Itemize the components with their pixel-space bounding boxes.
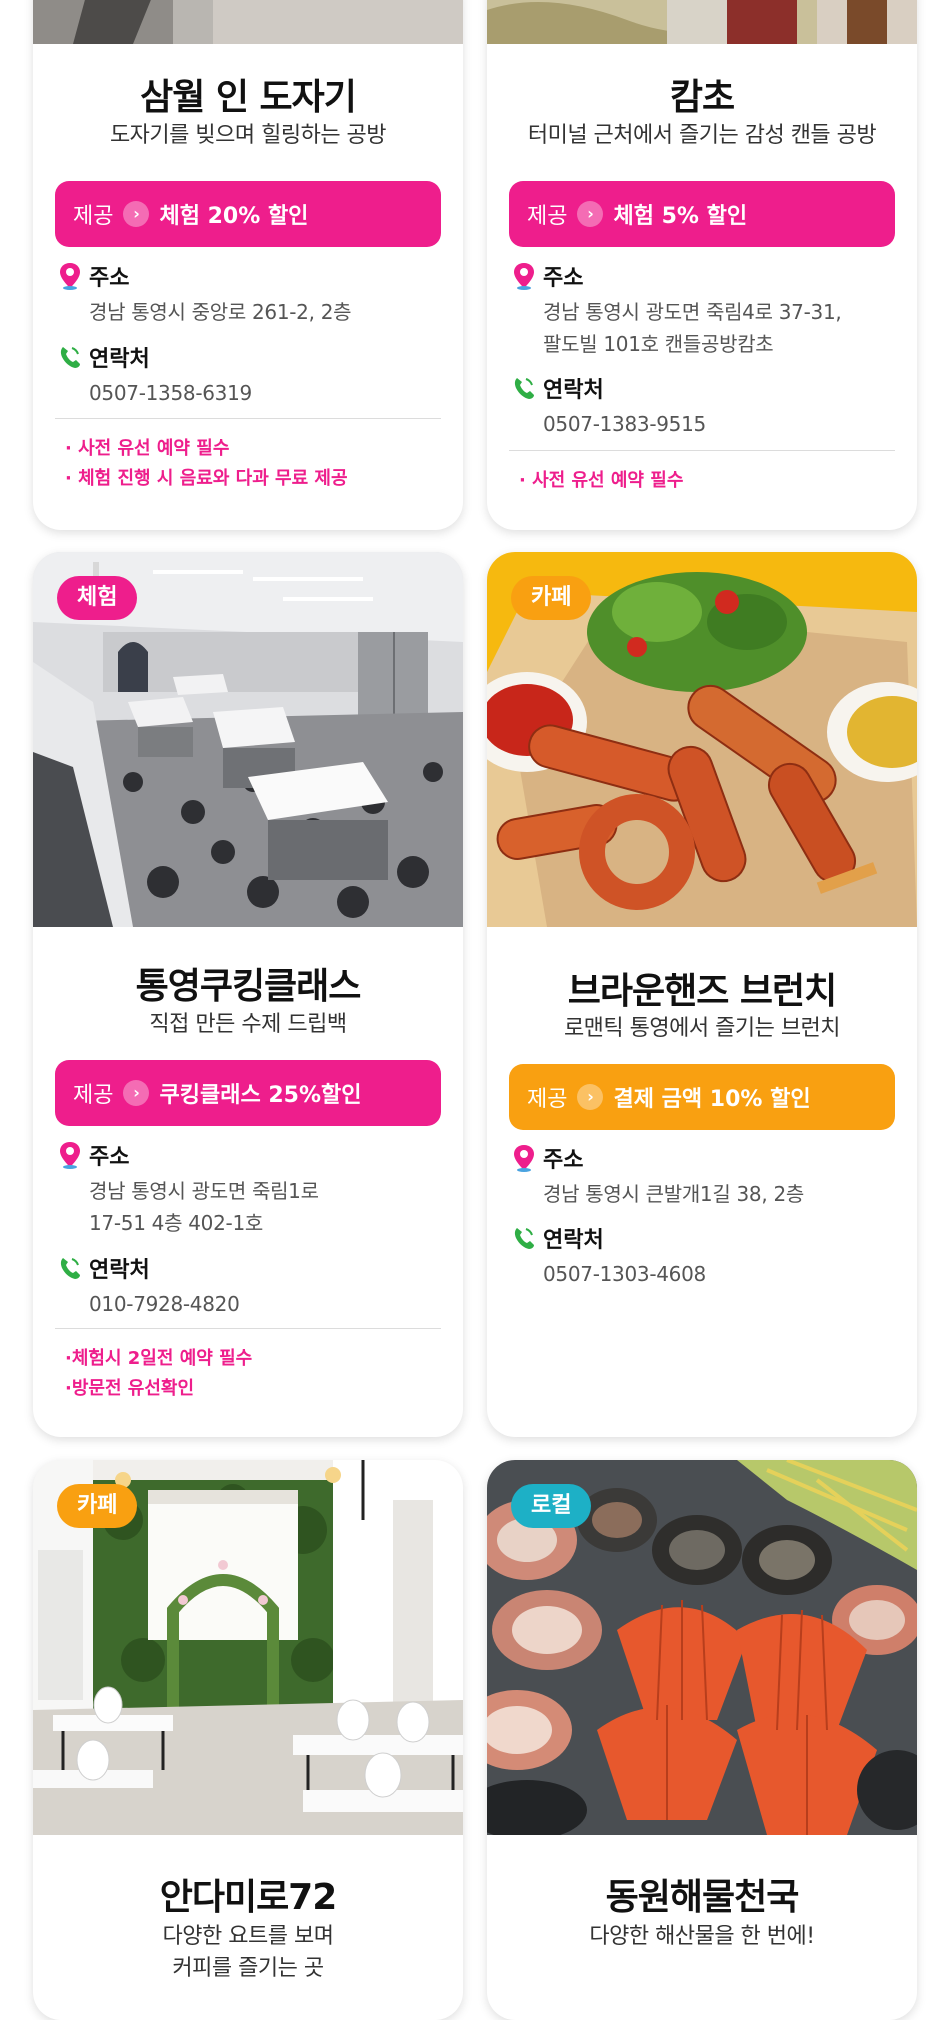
- address-heading: 주소: [57, 260, 129, 292]
- map-pin-icon: [514, 1145, 534, 1172]
- offer-banner: 제공 › 체험 20% 할인: [55, 181, 441, 247]
- contact-label: 연락처: [543, 1228, 604, 1253]
- phone-icon: [60, 347, 80, 368]
- category-badge: 로컬: [511, 1484, 592, 1528]
- offer-text: 체험 5% 할인: [613, 204, 748, 229]
- chevron-right-icon: ›: [123, 201, 150, 227]
- contact-heading: 연락처: [57, 1252, 150, 1284]
- phone-icon: [514, 1228, 534, 1249]
- place-card-brownhands[interactable]: 카페 브라운핸즈 브런치 로맨틱 통영에서 즐기는 브런치 제공 › 결제 금액…: [487, 552, 917, 1437]
- offer-label: 제공: [73, 204, 114, 229]
- offer-label: 제공: [73, 1083, 114, 1108]
- place-title: 캄초: [669, 77, 735, 118]
- offer-text: 결제 금액 10% 할인: [613, 1087, 811, 1112]
- divider: [55, 418, 441, 419]
- contact-heading: 연락처: [57, 341, 150, 373]
- offer-text: 쿠킹클래스 25%할인: [159, 1083, 362, 1108]
- place-photo: [33, 0, 463, 44]
- category-badge: 카페: [57, 1484, 138, 1528]
- place-photo: 로컬: [487, 1460, 917, 1835]
- contact-label: 연락처: [89, 1258, 150, 1283]
- notice-text: · 사전 유선 예약 필수: [519, 470, 684, 491]
- address-label: 주소: [543, 1148, 584, 1173]
- place-title: 안다미로72: [159, 1877, 338, 1918]
- address-heading: 주소: [511, 260, 583, 292]
- notice-text: · 사전 유선 예약 필수: [65, 438, 230, 459]
- contact-heading: 연락처: [511, 1222, 604, 1254]
- address-value: 경남 통영시 중앙로 261-2, 2층: [89, 300, 352, 324]
- map-pin-icon: [60, 1142, 80, 1169]
- address-label: 주소: [89, 1145, 130, 1170]
- contact-heading: 연락처: [511, 372, 604, 404]
- place-photo: 카페: [487, 552, 917, 927]
- place-title: 브라운핸즈 브런치: [567, 971, 838, 1012]
- place-title: 삼월 인 도자기: [140, 77, 357, 118]
- place-card-andamiro72[interactable]: 카페 안다미로72 다양한 요트를 보며 커피를 즐기는 곳: [33, 1460, 463, 2020]
- chevron-right-icon: ›: [123, 1080, 150, 1106]
- notice-text: · 체험 진행 시 음료와 다과 무료 제공: [65, 468, 348, 489]
- offer-banner: 제공 › 쿠킹클래스 25%할인: [55, 1060, 441, 1126]
- contact-value[interactable]: 0507-1303-4608: [543, 1258, 903, 1290]
- place-card-samwol[interactable]: 삼월 인 도자기 도자기를 빚으며 힐링하는 공방 제공 › 체험 20% 할인…: [33, 0, 463, 530]
- address-value-line1: 경남 통영시 광도면 죽림1로: [89, 1179, 319, 1203]
- chevron-right-icon: ›: [577, 1084, 604, 1110]
- map-pin-icon: [514, 263, 534, 290]
- place-subtitle: 도자기를 빚으며 힐링하는 공방: [109, 123, 387, 148]
- place-photo: [487, 0, 917, 44]
- place-subtitle-line2: 커피를 즐기는 곳: [172, 1956, 324, 1981]
- divider: [509, 450, 895, 451]
- offer-label: 제공: [527, 1087, 568, 1112]
- contact-label: 연락처: [543, 378, 604, 403]
- address-heading: 주소: [57, 1139, 129, 1171]
- phone-icon: [514, 378, 534, 399]
- notice-text: ·체험시 2일전 예약 필수: [65, 1348, 253, 1369]
- place-card-dongwon[interactable]: 로컬 동원해물천국 다양한 해산물을 한 번에!: [487, 1460, 917, 2020]
- place-card-kamcho[interactable]: 캄초 터미널 근처에서 즐기는 감성 캔들 공방 제공 › 체험 5% 할인 주…: [487, 0, 917, 530]
- offer-banner: 제공 › 체험 5% 할인: [509, 181, 895, 247]
- address-value-line2: 팔도빌 101호 캔들공방캄초: [543, 332, 774, 356]
- address-value-line2: 17-51 4층 402-1호: [89, 1211, 263, 1235]
- place-subtitle: 직접 만든 수제 드립백: [149, 1012, 347, 1037]
- offer-banner: 제공 › 결제 금액 10% 할인: [509, 1064, 895, 1130]
- place-subtitle: 터미널 근처에서 즐기는 감성 캔들 공방: [527, 123, 877, 148]
- place-subtitle: 로맨틱 통영에서 즐기는 브런치: [563, 1016, 841, 1041]
- place-photo: 체험: [33, 552, 463, 927]
- chevron-right-icon: ›: [577, 201, 604, 227]
- contact-value[interactable]: 0507-1358-6319: [89, 377, 449, 409]
- phone-icon: [60, 1258, 80, 1279]
- place-subtitle: 다양한 해산물을 한 번에!: [589, 1924, 815, 1949]
- address-label: 주소: [89, 266, 130, 291]
- address-label: 주소: [543, 266, 584, 291]
- place-title: 통영쿠킹클래스: [135, 966, 362, 1007]
- place-photo: 카페: [33, 1460, 463, 1835]
- notice-text: ·방문전 유선확인: [65, 1378, 195, 1399]
- offer-text: 체험 20% 할인: [159, 204, 309, 229]
- contact-label: 연락처: [89, 347, 150, 372]
- category-badge: 카페: [511, 576, 592, 620]
- address-value: 경남 통영시 큰발개1길 38, 2층: [543, 1182, 804, 1206]
- address-heading: 주소: [511, 1142, 583, 1174]
- contact-value[interactable]: 0507-1383-9515: [543, 408, 903, 440]
- offer-label: 제공: [527, 204, 568, 229]
- place-title: 동원해물천국: [605, 1877, 800, 1918]
- divider: [55, 1328, 441, 1329]
- category-badge: 체험: [57, 576, 138, 620]
- place-card-cooking-class[interactable]: 체험 통영쿠킹클래스 직접 만든 수제 드립백 제공 › 쿠킹클래스 25%할인…: [33, 552, 463, 1437]
- place-subtitle-line1: 다양한 요트를 보며: [162, 1924, 334, 1949]
- map-pin-icon: [60, 263, 80, 290]
- address-value-line1: 경남 통영시 광도면 죽림4로 37-31,: [543, 300, 842, 324]
- contact-value[interactable]: 010-7928-4820: [89, 1288, 449, 1320]
